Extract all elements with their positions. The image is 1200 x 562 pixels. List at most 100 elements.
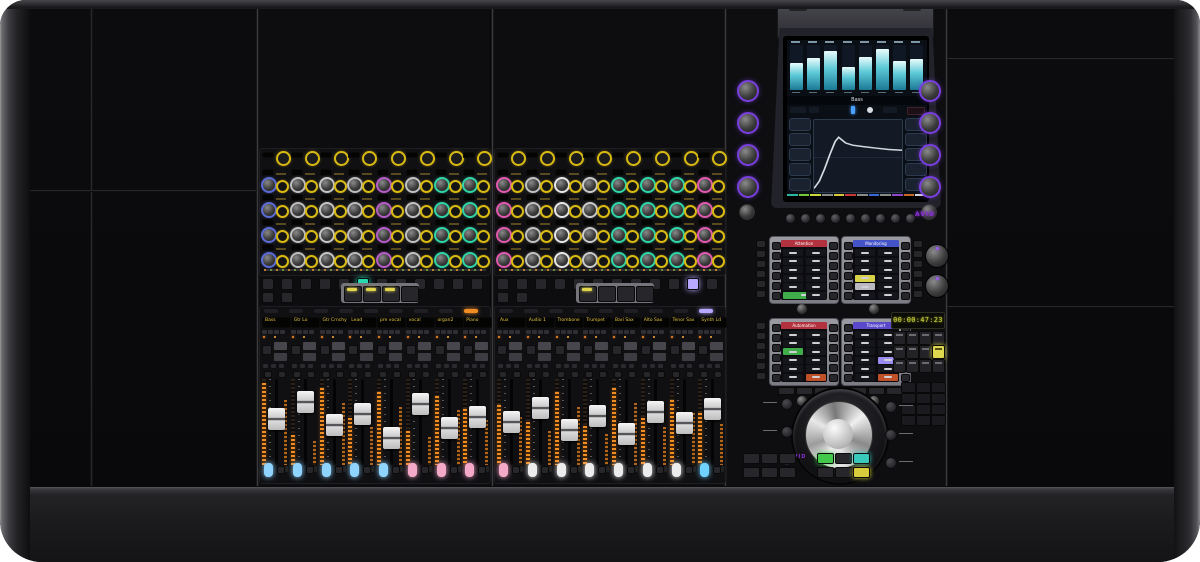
softkey-button[interactable]: [772, 374, 781, 382]
softkey-cell[interactable]: [806, 258, 826, 265]
encoder-knob[interactable]: [362, 151, 377, 166]
strip-function-button[interactable]: [424, 330, 429, 334]
strip-bottom-button[interactable]: [598, 466, 606, 474]
strip-bottom-button[interactable]: [635, 466, 638, 472]
strip-mini-button[interactable]: [613, 364, 618, 368]
swap-button[interactable]: [273, 352, 288, 362]
jog-mode-button[interactable]: [885, 401, 897, 413]
encoder-knob[interactable]: [347, 202, 363, 218]
swap-button[interactable]: [681, 352, 696, 362]
encoder-knob[interactable]: [697, 177, 713, 193]
attention-key[interactable]: [860, 213, 871, 224]
strip-function-button[interactable]: [447, 330, 452, 334]
strip-bottom-button[interactable]: [335, 466, 343, 474]
softkey-button[interactable]: [829, 324, 838, 332]
encoder-ring[interactable]: [276, 255, 289, 268]
eq-side-button[interactable]: [789, 148, 811, 161]
select-button[interactable]: [566, 341, 581, 351]
master-encoder[interactable]: [919, 176, 941, 198]
select-button[interactable]: [417, 341, 432, 351]
eq-side-button[interactable]: [905, 133, 927, 146]
mute-button[interactable]: [686, 371, 694, 378]
strip-mini-button[interactable]: [365, 364, 370, 368]
assign-pill-button[interactable]: [699, 309, 713, 313]
strip-function-button[interactable]: [274, 330, 279, 334]
master-side-button[interactable]: [756, 280, 766, 288]
utility-button[interactable]: [319, 278, 331, 290]
strip-bottom-button[interactable]: [627, 466, 635, 474]
encoder-ring[interactable]: [597, 255, 610, 268]
strip-mini-button[interactable]: [506, 364, 511, 368]
softkey-cell[interactable]: [783, 283, 803, 290]
master-encoder[interactable]: [919, 112, 941, 134]
encoder-ring[interactable]: [362, 255, 375, 268]
master-side-button[interactable]: [756, 362, 766, 370]
encoder-knob[interactable]: [554, 227, 570, 243]
softkey-cell[interactable]: [855, 275, 875, 282]
encoder-ring[interactable]: [540, 255, 553, 268]
screen-toolbar-cell[interactable]: [883, 107, 897, 113]
utility-keypad-key[interactable]: [919, 359, 932, 373]
solo-button[interactable]: [322, 371, 330, 378]
master-side-button[interactable]: [913, 270, 923, 278]
solo-button[interactable]: [350, 371, 358, 378]
bank-button[interactable]: [598, 286, 616, 302]
master-encoder[interactable]: [737, 112, 759, 134]
bank-button[interactable]: [636, 286, 654, 302]
strip-bottom-button[interactable]: [685, 466, 693, 474]
master-side-button[interactable]: [756, 342, 766, 350]
encoder-knob[interactable]: [462, 252, 478, 268]
strip-function-button[interactable]: [704, 330, 709, 334]
mute-button[interactable]: [657, 371, 665, 378]
swap-button[interactable]: [302, 352, 317, 362]
softkey-cell[interactable]: [806, 331, 826, 338]
master-side-button[interactable]: [756, 332, 766, 340]
screen-toolbar-cell[interactable]: [809, 107, 819, 113]
softkey-cell[interactable]: [783, 258, 803, 265]
jog-mode-button[interactable]: [885, 429, 897, 441]
solo-button[interactable]: [643, 371, 651, 378]
encoder-ring[interactable]: [597, 230, 610, 243]
encoder-knob[interactable]: [405, 202, 421, 218]
fader-cap[interactable]: [383, 427, 400, 449]
softkey-button[interactable]: [772, 334, 781, 342]
fader-cap[interactable]: [441, 417, 458, 439]
strip-function-button[interactable]: [538, 330, 543, 334]
encoder-knob[interactable]: [669, 177, 685, 193]
strip-bottom-button[interactable]: [363, 466, 371, 474]
encoder-knob[interactable]: [640, 202, 656, 218]
swap-button[interactable]: [566, 352, 581, 362]
strip-mini-button[interactable]: [527, 364, 532, 368]
encoder-ring[interactable]: [305, 230, 318, 243]
select-button[interactable]: [681, 341, 696, 351]
jog-wheel-dome[interactable]: [823, 419, 853, 449]
strip-mini-button[interactable]: [707, 364, 712, 368]
encoder-knob[interactable]: [376, 252, 392, 268]
strip-mini-button[interactable]: [687, 364, 692, 368]
transport-button[interactable]: [761, 467, 778, 478]
softkey-cell[interactable]: [783, 275, 803, 282]
encoder-knob[interactable]: [569, 151, 584, 166]
encoder-knob[interactable]: [347, 227, 363, 243]
encoder-knob[interactable]: [496, 227, 512, 243]
encoder-knob[interactable]: [525, 227, 541, 243]
strip-mini-button[interactable]: [498, 364, 503, 368]
assign-pill-button[interactable]: [524, 309, 538, 313]
strip-mini-button[interactable]: [658, 364, 663, 368]
fader-cap[interactable]: [589, 405, 606, 427]
strip-function-button[interactable]: [544, 330, 549, 334]
solo-button[interactable]: [465, 371, 473, 378]
encoder-ring[interactable]: [334, 230, 347, 243]
encoder-knob[interactable]: [319, 227, 335, 243]
bank-button[interactable]: [363, 286, 381, 302]
encoder-ring[interactable]: [449, 180, 462, 193]
utility-button[interactable]: [706, 278, 718, 290]
transport-button[interactable]: [817, 453, 834, 464]
encoder-knob[interactable]: [376, 177, 392, 193]
encoder-ring[interactable]: [477, 180, 490, 193]
encoder-knob[interactable]: [525, 202, 541, 218]
softkey-button[interactable]: [844, 272, 853, 280]
softkey-cell[interactable]: [878, 292, 898, 299]
strip-function-button[interactable]: [618, 330, 623, 334]
strip-mini-button[interactable]: [452, 364, 457, 368]
